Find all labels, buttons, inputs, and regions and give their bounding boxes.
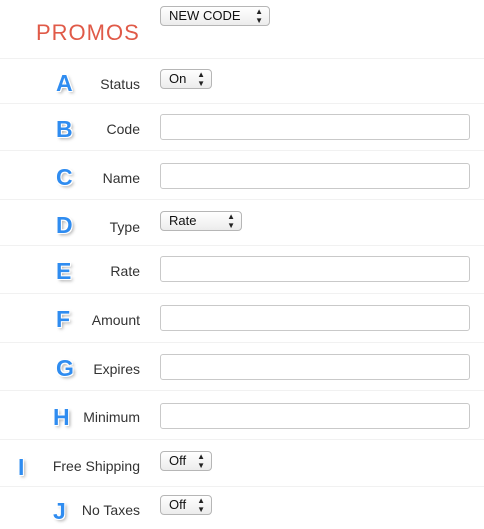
minimum-input[interactable] bbox=[160, 403, 470, 429]
divider bbox=[0, 199, 484, 200]
type-select-value: Rate bbox=[169, 213, 197, 228]
badge-c: C bbox=[56, 164, 73, 190]
divider bbox=[0, 245, 484, 246]
updown-arrows-icon: ▲ ▼ bbox=[197, 496, 205, 514]
divider bbox=[0, 150, 484, 151]
updown-arrows-icon: ▲ ▼ bbox=[255, 7, 263, 25]
type-select[interactable]: Rate ▲ ▼ bbox=[160, 211, 242, 231]
badge-h: H bbox=[53, 404, 70, 430]
code-label: Code bbox=[106, 121, 140, 137]
badge-f: F bbox=[56, 306, 71, 332]
badge-j: J bbox=[53, 498, 66, 524]
divider bbox=[0, 486, 484, 487]
badge-a: A bbox=[56, 70, 73, 96]
divider bbox=[0, 390, 484, 391]
updown-arrows-icon: ▲ ▼ bbox=[197, 70, 205, 88]
no-taxes-select-value: Off bbox=[169, 497, 187, 512]
divider bbox=[0, 293, 484, 294]
free-shipping-select[interactable]: Off ▲ ▼ bbox=[160, 451, 212, 471]
badge-e: E bbox=[56, 258, 72, 284]
badge-i: I bbox=[18, 454, 25, 480]
status-label: Status bbox=[100, 76, 140, 92]
promo-code-select-value: NEW CODE bbox=[169, 8, 241, 23]
amount-input[interactable] bbox=[160, 305, 470, 331]
no-taxes-select[interactable]: Off ▲ ▼ bbox=[160, 495, 212, 515]
divider bbox=[0, 58, 484, 59]
divider bbox=[0, 342, 484, 343]
name-label: Name bbox=[102, 170, 140, 186]
minimum-label: Minimum bbox=[83, 409, 140, 425]
rate-input[interactable] bbox=[160, 256, 470, 282]
expires-input[interactable] bbox=[160, 354, 470, 380]
updown-arrows-icon: ▲ ▼ bbox=[197, 452, 205, 470]
status-select-value: On bbox=[169, 71, 187, 86]
no-taxes-label: No Taxes bbox=[81, 502, 140, 518]
amount-label: Amount bbox=[91, 312, 140, 328]
page-title: PROMOS bbox=[36, 20, 140, 45]
status-select[interactable]: On ▲ ▼ bbox=[160, 69, 212, 89]
rate-label: Rate bbox=[110, 263, 140, 279]
type-label: Type bbox=[109, 219, 140, 235]
divider bbox=[0, 439, 484, 440]
free-shipping-label: Free Shipping bbox=[52, 458, 140, 474]
expires-label: Expires bbox=[93, 361, 140, 377]
divider bbox=[0, 103, 484, 104]
updown-arrows-icon: ▲ ▼ bbox=[227, 212, 235, 230]
badge-g: G bbox=[56, 355, 74, 381]
promo-code-select[interactable]: NEW CODE ▲ ▼ bbox=[160, 6, 270, 26]
badge-d: D bbox=[56, 212, 73, 238]
name-input[interactable] bbox=[160, 163, 470, 189]
free-shipping-select-value: Off bbox=[169, 453, 187, 468]
code-input[interactable] bbox=[160, 114, 470, 140]
badge-b: B bbox=[56, 116, 73, 142]
